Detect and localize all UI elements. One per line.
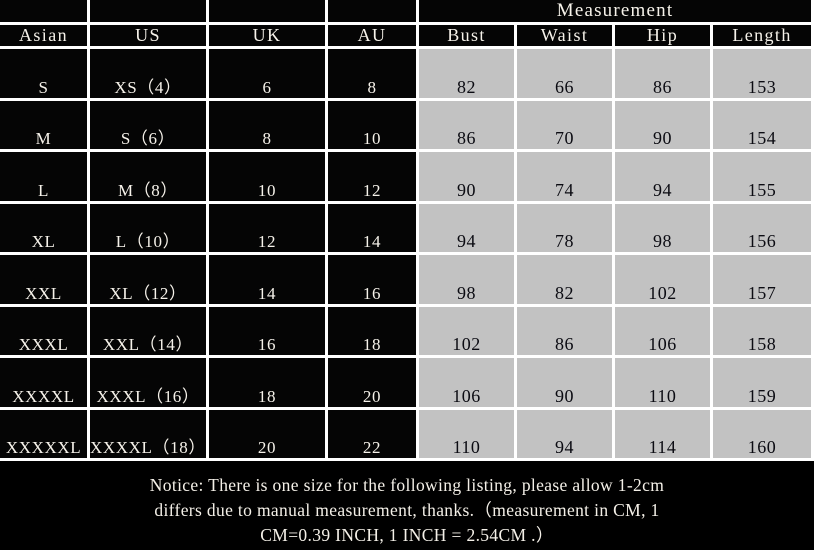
cell-us: XXXL（16）: [90, 358, 209, 410]
cell-asian: XL: [0, 203, 90, 255]
cell-waist: 86: [517, 306, 615, 358]
column-header-us: US: [90, 25, 209, 49]
cell-us: L（10）: [90, 203, 209, 255]
cell-asian: M: [0, 100, 90, 152]
table-row: XXL XL（12） 14 16 98 82 102 157: [0, 255, 814, 307]
column-header-uk: UK: [209, 25, 328, 49]
header-spacer-uk: [209, 0, 328, 25]
cell-waist: 90: [517, 358, 615, 410]
cell-waist: 82: [517, 255, 615, 307]
cell-uk: 8: [209, 100, 328, 152]
column-header-hip: Hip: [615, 25, 713, 49]
table-row: XL L（10） 12 14 94 78 98 156: [0, 203, 814, 255]
header-spacer-au: [328, 0, 419, 25]
cell-au: 10: [328, 100, 419, 152]
column-header-waist: Waist: [517, 25, 615, 49]
cell-au: 14: [328, 203, 419, 255]
cell-waist: 78: [517, 203, 615, 255]
notice-block: Notice: There is one size for the follow…: [0, 461, 814, 550]
cell-asian: XXXXL: [0, 358, 90, 410]
cell-length: 159: [713, 358, 814, 410]
cell-uk: 12: [209, 203, 328, 255]
cell-waist: 66: [517, 49, 615, 101]
cell-bust: 110: [419, 409, 517, 461]
cell-length: 157: [713, 255, 814, 307]
table-row: M S（6） 8 10 86 70 90 154: [0, 100, 814, 152]
cell-length: 160: [713, 409, 814, 461]
cell-length: 158: [713, 306, 814, 358]
table-row: XXXXL XXXL（16） 18 20 106 90 110 159: [0, 358, 814, 410]
cell-bust: 82: [419, 49, 517, 101]
cell-bust: 90: [419, 152, 517, 204]
cell-asian: XXXL: [0, 306, 90, 358]
cell-au: 12: [328, 152, 419, 204]
cell-bust: 98: [419, 255, 517, 307]
cell-uk: 10: [209, 152, 328, 204]
cell-bust: 106: [419, 358, 517, 410]
header-row-group: Measurement: [0, 0, 814, 25]
cell-hip: 98: [615, 203, 713, 255]
cell-bust: 94: [419, 203, 517, 255]
cell-bust: 86: [419, 100, 517, 152]
table-header: Measurement Asian US UK AU Bust Waist Hi…: [0, 0, 814, 49]
cell-asian: S: [0, 49, 90, 101]
measurement-group-header: Measurement: [419, 0, 814, 25]
cell-asian: XXL: [0, 255, 90, 307]
header-row-columns: Asian US UK AU Bust Waist Hip Length: [0, 25, 814, 49]
notice-line-1: Notice: There is one size for the follow…: [149, 475, 665, 495]
cell-hip: 94: [615, 152, 713, 204]
table-body: S XS（4） 6 8 82 66 86 153 M S（6） 8 10 86 70 90 154 L M（8） 1…: [0, 49, 814, 461]
cell-hip: 106: [615, 306, 713, 358]
cell-hip: 86: [615, 49, 713, 101]
cell-length: 156: [713, 203, 814, 255]
cell-au: 16: [328, 255, 419, 307]
notice-line-2: differs due to manual measurement, thank…: [154, 500, 660, 520]
cell-hip: 110: [615, 358, 713, 410]
cell-hip: 102: [615, 255, 713, 307]
cell-au: 18: [328, 306, 419, 358]
notice-line-3: CM=0.39 INCH, 1 INCH = 2.54CM .）: [260, 525, 554, 545]
cell-waist: 74: [517, 152, 615, 204]
cell-au: 8: [328, 49, 419, 101]
size-chart: Measurement Asian US UK AU Bust Waist Hi…: [0, 0, 814, 550]
table-row: XXXL XXL（14） 16 18 102 86 106 158: [0, 306, 814, 358]
header-spacer-us: [90, 0, 209, 25]
cell-asian: L: [0, 152, 90, 204]
table-row: XXXXXL XXXXL（18） 20 22 110 94 114 160: [0, 409, 814, 461]
cell-asian: XXXXXL: [0, 409, 90, 461]
cell-us: M（8）: [90, 152, 209, 204]
cell-length: 154: [713, 100, 814, 152]
cell-hip: 114: [615, 409, 713, 461]
cell-uk: 18: [209, 358, 328, 410]
cell-length: 155: [713, 152, 814, 204]
cell-us: XS（4）: [90, 49, 209, 101]
table-row: S XS（4） 6 8 82 66 86 153: [0, 49, 814, 101]
column-header-bust: Bust: [419, 25, 517, 49]
cell-length: 153: [713, 49, 814, 101]
cell-au: 20: [328, 358, 419, 410]
cell-uk: 14: [209, 255, 328, 307]
header-spacer-asian: [0, 0, 90, 25]
cell-bust: 102: [419, 306, 517, 358]
column-header-length: Length: [713, 25, 814, 49]
cell-waist: 70: [517, 100, 615, 152]
cell-au: 22: [328, 409, 419, 461]
cell-us: XL（12）: [90, 255, 209, 307]
cell-waist: 94: [517, 409, 615, 461]
cell-hip: 90: [615, 100, 713, 152]
cell-us: XXXXL（18）: [90, 409, 209, 461]
cell-us: XXL（14）: [90, 306, 209, 358]
column-header-asian: Asian: [0, 25, 90, 49]
size-chart-table: Measurement Asian US UK AU Bust Waist Hi…: [0, 0, 814, 461]
table-row: L M（8） 10 12 90 74 94 155: [0, 152, 814, 204]
cell-uk: 6: [209, 49, 328, 101]
cell-us: S（6）: [90, 100, 209, 152]
cell-uk: 16: [209, 306, 328, 358]
cell-uk: 20: [209, 409, 328, 461]
column-header-au: AU: [328, 25, 419, 49]
